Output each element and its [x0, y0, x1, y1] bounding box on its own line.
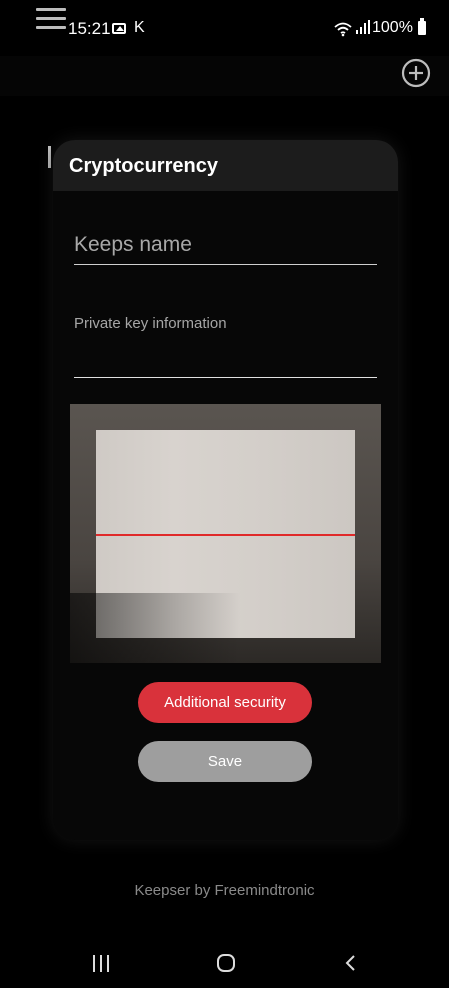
back-icon[interactable] [343, 952, 359, 974]
footer-credit: Keepser by Freemindtronic [134, 882, 315, 899]
battery-percent: 100% [372, 19, 413, 36]
status-bar: 15:21 K 100% [0, 0, 449, 56]
signal-icon [356, 20, 370, 34]
background-text-fragment [48, 146, 51, 168]
keeps-name-input[interactable] [74, 230, 377, 260]
battery-icon [418, 18, 426, 35]
save-button[interactable]: Save [138, 741, 312, 782]
add-circle-icon[interactable] [401, 58, 431, 88]
dialog-title: Cryptocurrency [69, 155, 218, 177]
qr-scanner-preview[interactable] [70, 404, 381, 663]
dialog-header: Cryptocurrency [53, 140, 398, 191]
status-time: 15:21 [68, 19, 111, 38]
private-key-field [74, 340, 377, 378]
home-icon[interactable] [217, 954, 235, 972]
recents-icon[interactable] [93, 955, 111, 972]
private-key-input[interactable] [74, 340, 377, 374]
app-bar [0, 56, 449, 96]
private-key-label: Private key information [74, 315, 227, 332]
wifi-icon [334, 22, 352, 37]
scan-line [96, 534, 355, 536]
camera-shadow [70, 593, 240, 663]
cryptocurrency-dialog: Cryptocurrency Private key information A… [53, 140, 398, 840]
keeps-name-field [74, 230, 377, 265]
gallery-icon [112, 23, 126, 34]
additional-security-button[interactable]: Additional security [138, 682, 312, 723]
carrier-letter: K [134, 19, 145, 36]
menu-icon[interactable] [36, 8, 66, 30]
